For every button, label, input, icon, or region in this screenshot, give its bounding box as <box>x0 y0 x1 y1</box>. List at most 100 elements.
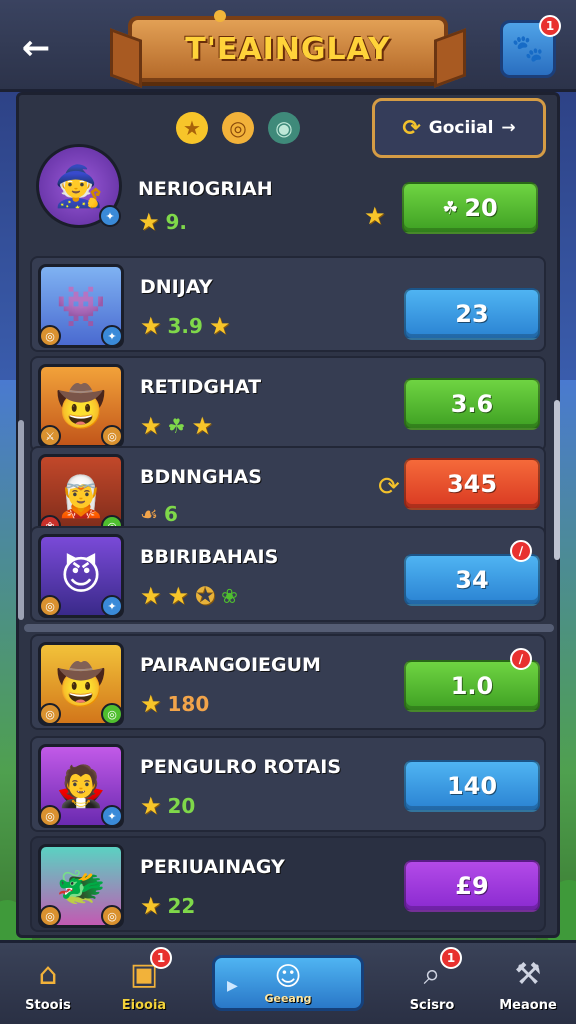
nav-label: Meaone <box>499 998 557 1013</box>
hero-name: DNIJAY <box>140 276 213 298</box>
star-icon: ★ <box>364 202 386 230</box>
value-label: 20 <box>464 194 498 222</box>
wrench-icon: ⚒ <box>514 957 542 992</box>
elf-icon: 🧝 <box>56 473 106 520</box>
value-button[interactable]: 345 <box>404 458 540 510</box>
bug-icon: ❀ <box>221 584 238 608</box>
nav-label: Scisro <box>409 998 455 1013</box>
hero-portrait: 🐲 ◎ ◎ <box>38 844 124 928</box>
leaf-icon: ☘ <box>167 414 186 438</box>
element-badge-icon: ✦ <box>101 595 123 617</box>
list-item[interactable]: 🤠 ◎ ◎ PAIRANGOIEGUM ★ 180 1.0 ∕ <box>30 634 546 730</box>
hero-stats: ★ 3.9 ★ <box>140 312 230 340</box>
star-icon: ★ <box>208 312 231 340</box>
arrow-right-icon: → <box>501 118 516 138</box>
level-badge-icon: ◎ <box>39 905 61 927</box>
value-label: 23 <box>455 300 489 328</box>
value-label: 34 <box>455 566 489 594</box>
golem-icon: 👾 <box>56 283 106 330</box>
hero-stats: ★ ★ ✪ ❀ <box>140 582 238 610</box>
witch-icon: 🧛 <box>56 763 106 810</box>
bottom-nav: ⌂ Stoois ▣ Eiooia 1 ▶ ☺ Geeang ⌕ Scisro … <box>0 940 576 1024</box>
search-icon: ⌕ <box>423 957 441 992</box>
value-button[interactable]: £9 <box>404 860 540 912</box>
back-button[interactable]: ← <box>14 26 58 70</box>
star-icon: ★ <box>140 312 162 340</box>
star-icon: ★ <box>167 582 190 610</box>
value-button[interactable]: 23 <box>404 288 540 340</box>
leaf-icon: ☘ <box>442 197 459 219</box>
level-badge-icon: ◎ <box>39 703 61 725</box>
nav-item-more[interactable]: ⚒ Meaone <box>480 947 576 1023</box>
level-badge-icon: ◎ <box>39 595 61 617</box>
hero-stats: ★ ☘ ★ <box>140 412 213 440</box>
value-button[interactable]: 3.6 <box>404 378 540 430</box>
stat-value: 180 <box>167 692 210 716</box>
house-icon: ⌂ <box>38 957 58 992</box>
list-item[interactable]: 🤠 ⚔ ◎ RETIDGHAT ★ ☘ ★ 3.6 <box>30 356 546 452</box>
notification-badge: 1 <box>539 15 561 37</box>
nature-badge-icon: ◎ <box>101 703 123 725</box>
star-icon: ★ <box>191 412 213 440</box>
hero-stats: ★ 20 <box>140 792 195 820</box>
value-label: 345 <box>446 470 498 498</box>
wizard-icon: 🧙 <box>54 163 104 210</box>
hero-stats: ★ 9. <box>138 208 187 236</box>
title-banner: T'EAINGLAY <box>128 16 448 82</box>
hero-portrait: 🧛 ◎ ✦ <box>38 744 124 828</box>
profile-button[interactable]: 🐾 1 <box>500 15 561 78</box>
value-button[interactable]: 140 <box>404 760 540 812</box>
character-avatar-icon: 🐾 <box>511 34 545 64</box>
remove-icon[interactable]: ∕ <box>510 540 532 562</box>
star-icon: ★ <box>140 582 162 610</box>
nav-item-heroes[interactable]: ▶ ☺ Geeang <box>212 955 364 1011</box>
star-icon: ★ <box>140 892 162 920</box>
level-badge-icon: ◎ <box>39 325 61 347</box>
cowboy-icon: 🤠 <box>56 383 106 430</box>
stat-value: 20 <box>167 794 196 818</box>
list-item[interactable]: 👾 ◎ ✦ DNIJAY ★ 3.9 ★ 23 <box>30 256 546 352</box>
nav-item-search[interactable]: ⌕ Scisro 1 <box>384 947 480 1023</box>
list-item[interactable]: 🐲 ◎ ◎ PERIUAINAGY ★ 22 £9 <box>30 836 546 932</box>
star-icon: ✪ <box>195 582 216 610</box>
star-icon: ★ <box>140 690 162 718</box>
star-icon: ★ <box>138 208 160 236</box>
element-badge-icon: ✦ <box>101 325 123 347</box>
list-item[interactable]: 😈 ◎ ✦ BBIRIBAHAIS ★ ★ ✪ ❀ 34 ∕ <box>30 526 546 622</box>
value-button[interactable]: ☘ 20 <box>402 182 538 234</box>
list-item[interactable]: 🧙 ✦ NERIOGRIAH ★ 9. ★ ☘ 20 <box>30 138 546 236</box>
remove-icon[interactable]: ∕ <box>510 648 532 670</box>
hero-stats: ☙ 6 <box>140 502 178 526</box>
nav-item-store[interactable]: ⌂ Stoois <box>0 947 96 1023</box>
scrollbar[interactable] <box>554 400 560 560</box>
hero-stats: ★ 180 <box>140 690 209 718</box>
star-icon: ★ <box>140 792 162 820</box>
arrow-left-icon: ← <box>21 28 51 68</box>
scrollbar-left[interactable] <box>18 420 24 620</box>
coin-swirl-icon: ⟳ <box>402 115 421 141</box>
value-label: 140 <box>446 772 498 800</box>
header-bar: ← T'EAINGLAY 🐾 1 <box>0 0 576 92</box>
notification-badge: 1 <box>440 947 462 969</box>
cowboy-icon: 🤠 <box>56 661 106 708</box>
star-icon: ★ <box>140 412 162 440</box>
hero-name: PERIUAINAGY <box>140 856 285 878</box>
stat-value: 6 <box>163 502 178 526</box>
hero-name: PAIRANGOIEGUM <box>140 654 321 676</box>
nav-label: Stoois <box>25 998 71 1013</box>
coin-badge-icon: ◎ <box>101 905 123 927</box>
hero-name: PENGULRO ROTAIS <box>140 756 342 778</box>
nav-label: Geeang <box>264 991 312 1005</box>
hero-icon: ☺ <box>274 961 302 992</box>
hero-name: BDNNGHAS <box>140 466 262 488</box>
notification-badge: 1 <box>150 947 172 969</box>
creature-icon: 🐲 <box>56 863 106 910</box>
list-item[interactable]: 🧛 ◎ ✦ PENGULRO ROTAIS ★ 20 140 <box>30 736 546 832</box>
coin-badge-icon: ◎ <box>101 425 123 447</box>
value-label: 3.6 <box>450 390 494 418</box>
demon-icon: 😈 <box>60 553 102 599</box>
play-icon: ▶ <box>227 978 238 994</box>
level-badge-icon: ✦ <box>99 205 121 227</box>
stat-value: 9. <box>165 210 188 234</box>
nav-item-cards[interactable]: ▣ Eiooia 1 <box>96 947 192 1023</box>
